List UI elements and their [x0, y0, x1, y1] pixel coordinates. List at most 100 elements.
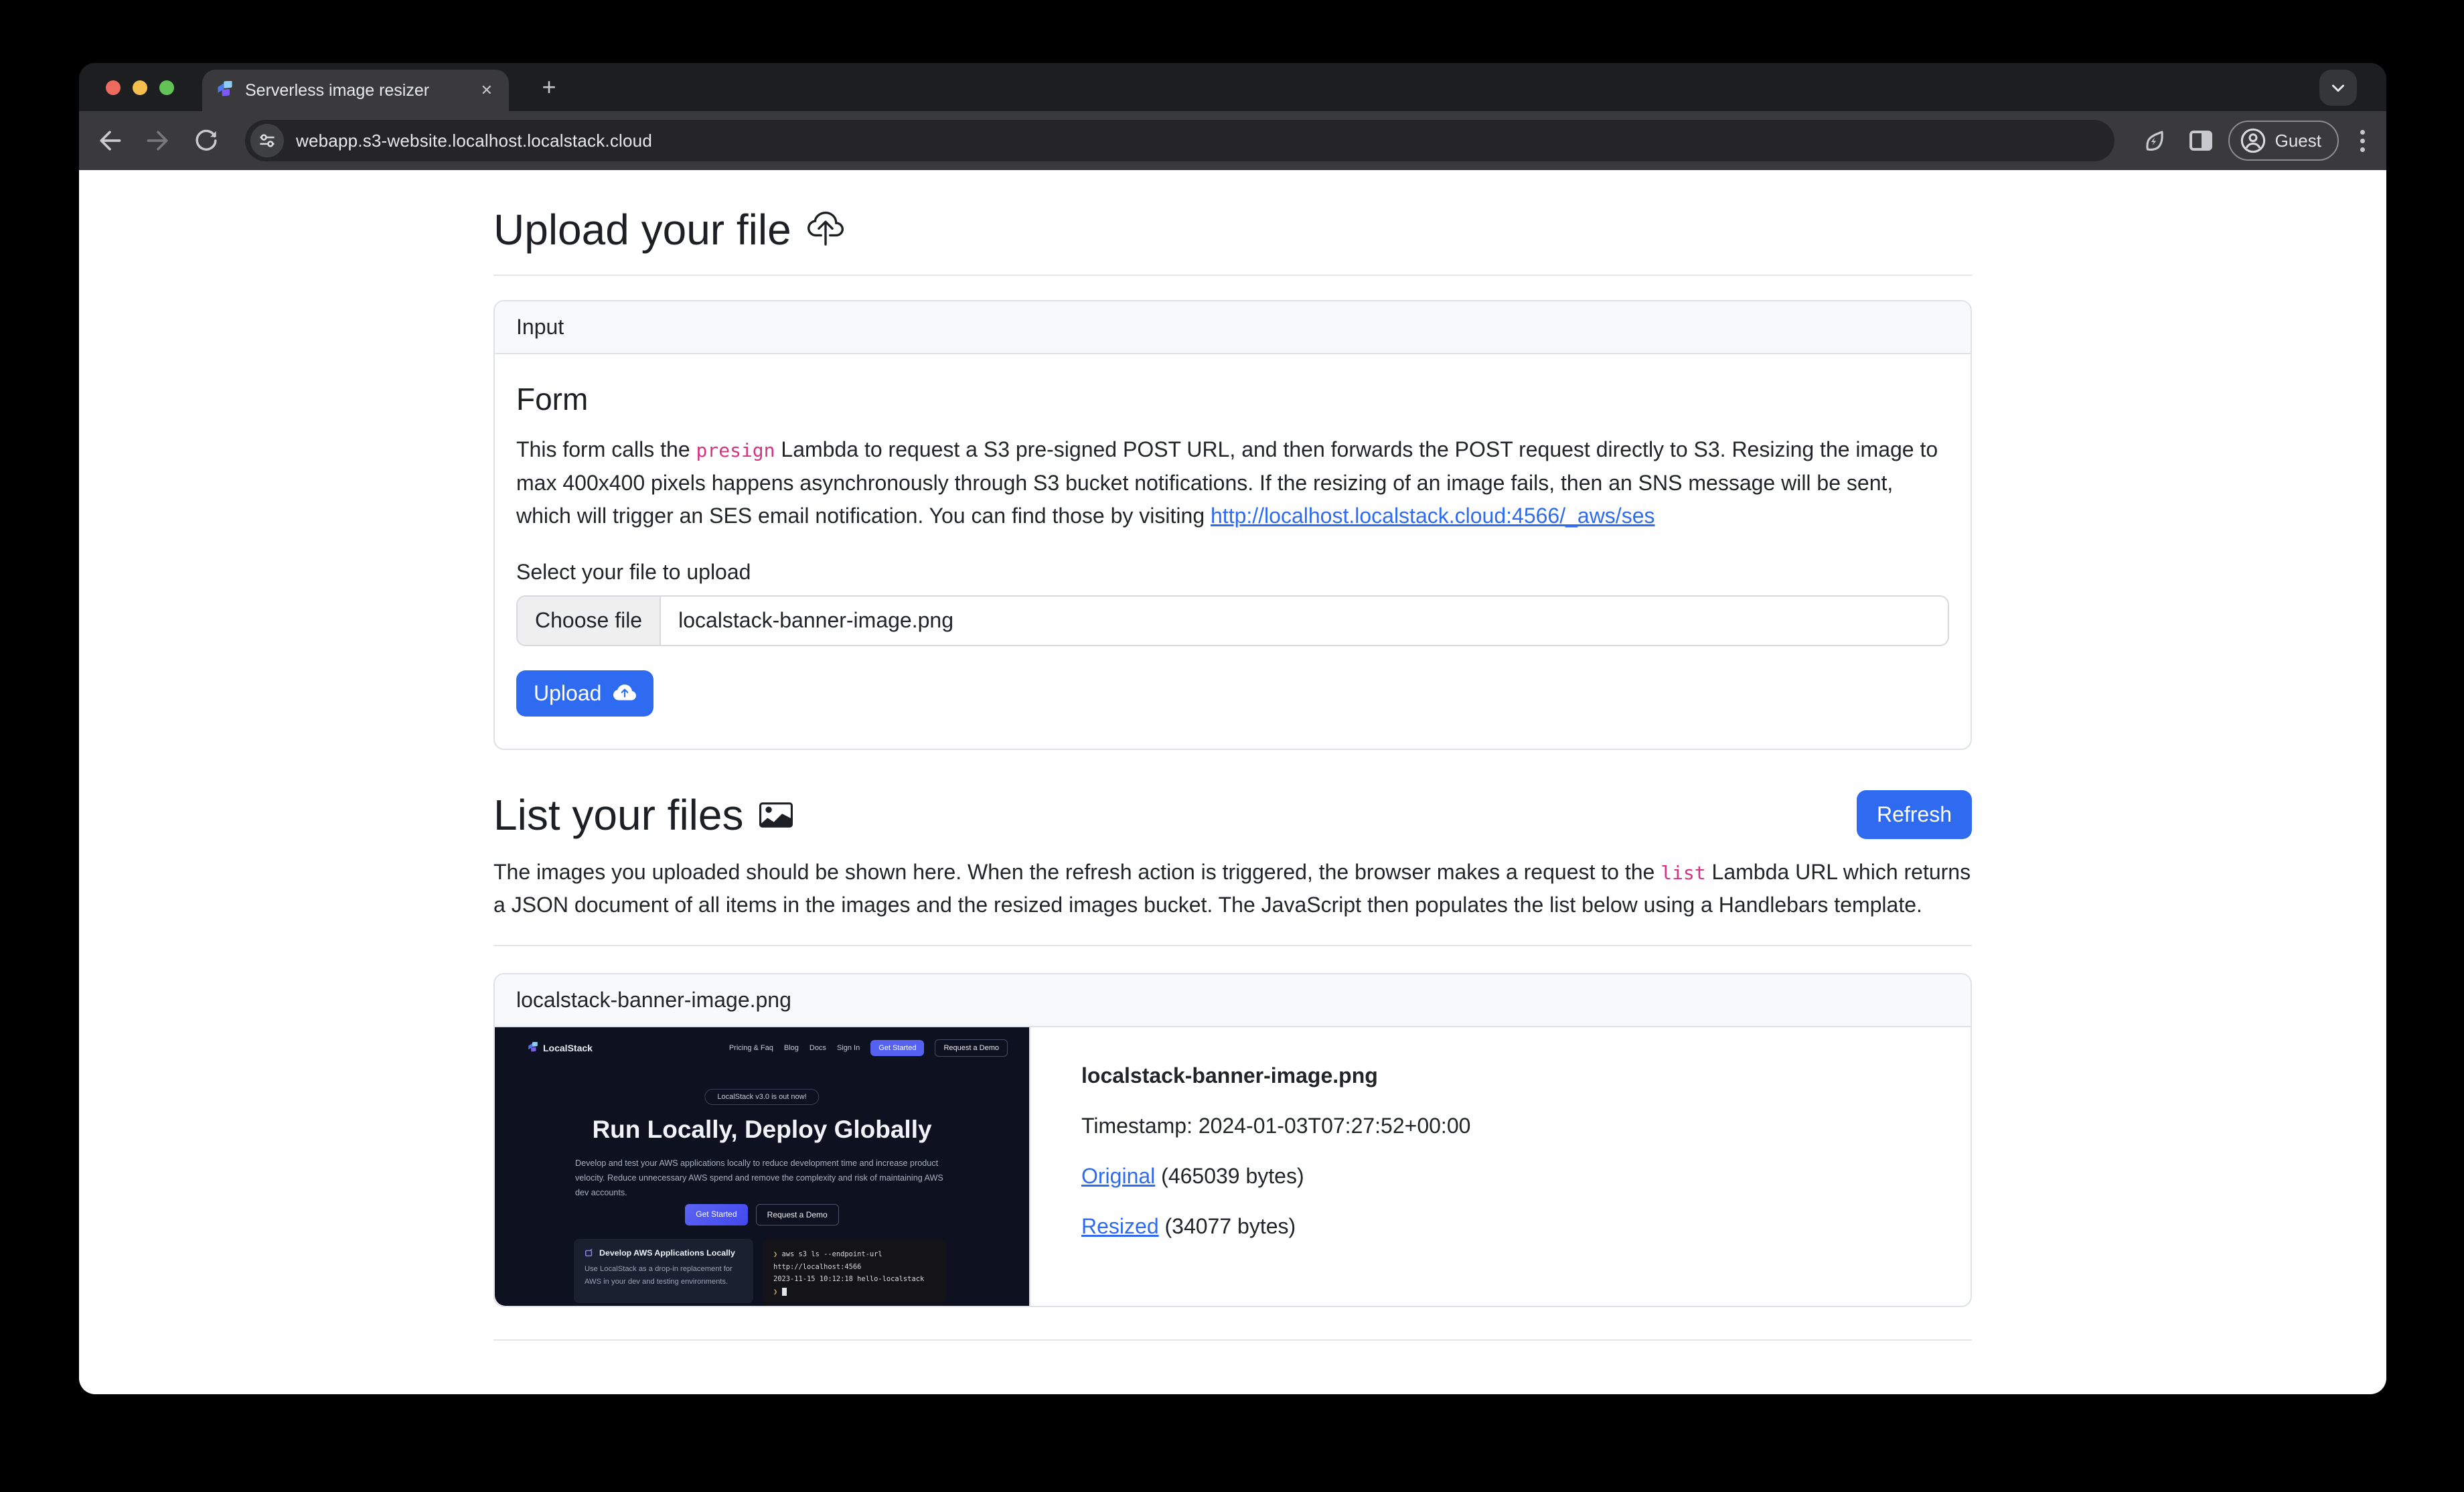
resized-size: (34077 bytes): [1159, 1214, 1296, 1238]
new-tab-button[interactable]: +: [532, 71, 566, 106]
desc-text: The images you uploaded should be shown …: [493, 860, 1661, 884]
image-icon: [759, 798, 793, 832]
banner-get-started-button: Get Started: [870, 1040, 924, 1056]
desc-text: This form calls the: [516, 437, 696, 461]
original-link[interactable]: Original: [1081, 1164, 1155, 1188]
divider: [493, 275, 1972, 276]
toolbar-right-icons: Guest: [2133, 121, 2370, 161]
original-size: (465039 bytes): [1155, 1164, 1304, 1188]
file-input[interactable]: Choose file localstack-banner-image.png: [516, 595, 1949, 646]
file-title: localstack-banner-image.png: [1081, 1063, 1470, 1088]
file-card-header: localstack-banner-image.png: [495, 974, 1971, 1027]
original-row: Original (465039 bytes): [1081, 1164, 1470, 1189]
banner-logo-text: LocalStack: [543, 1043, 593, 1053]
guest-label: Guest: [2275, 131, 2321, 151]
url-bar[interactable]: webapp.s3-website.localhost.localstack.c…: [245, 120, 2114, 161]
banner-nav-link: Pricing & Faq: [729, 1044, 773, 1052]
localstack-logo-icon: [527, 1042, 539, 1054]
site-settings-button[interactable]: [250, 124, 284, 157]
form-title: Form: [516, 381, 1949, 417]
resized-link[interactable]: Resized: [1081, 1214, 1159, 1238]
banner-paragraph: Develop and test your AWS applications l…: [575, 1156, 953, 1200]
reload-icon: [194, 128, 219, 153]
tab-search-button[interactable]: [2319, 70, 2357, 106]
banner-heading: Run Locally, Deploy Globally: [495, 1116, 1029, 1144]
banner-nav-link: Docs: [810, 1044, 826, 1052]
tab-title: Serverless image resizer: [245, 81, 467, 100]
input-card: Input Form This form calls the presign L…: [493, 300, 1972, 750]
choose-file-button[interactable]: Choose file: [518, 597, 661, 645]
terminal-line: 2023-11-15 10:12:18 hello-localstack: [773, 1273, 935, 1286]
terminal-command: aws s3 ls --endpoint-url http://localhos…: [773, 1250, 882, 1271]
refresh-button[interactable]: Refresh: [1857, 790, 1972, 839]
resized-row: Resized (34077 bytes): [1081, 1214, 1470, 1239]
maximize-window-button[interactable]: [159, 80, 174, 95]
terminal-prompt: ❯: [773, 1250, 777, 1258]
screenshot-root: Serverless image resizer ✕ +: [0, 0, 2464, 1492]
side-panel-icon[interactable]: [2189, 131, 2212, 151]
forward-arrow-icon: [145, 127, 171, 154]
back-arrow-icon: [96, 127, 123, 154]
file-card: localstack-banner-image.png: [493, 973, 1972, 1307]
browser-toolbar: webapp.s3-website.localhost.localstack.c…: [79, 111, 2386, 170]
url-text[interactable]: webapp.s3-website.localhost.localstack.c…: [296, 131, 652, 151]
banner-nav-link: Sign In: [837, 1044, 860, 1052]
banner-nav-link: Blog: [784, 1044, 799, 1052]
banner-bottom-cards: Develop AWS Applications Locally Use Loc…: [574, 1239, 946, 1303]
profile-button[interactable]: Guest: [2228, 121, 2339, 161]
favicon: [216, 81, 234, 100]
chevron-down-icon: [2330, 80, 2346, 96]
file-thumbnail[interactable]: LocalStack Pricing & Faq Blog Docs Sign …: [495, 1027, 1030, 1306]
menu-button[interactable]: [2355, 130, 2370, 152]
close-window-button[interactable]: [106, 80, 121, 95]
banner-announcement-pill: LocalStack v3.0 is out now!: [704, 1089, 819, 1105]
upload-button-label: Upload: [534, 681, 601, 706]
upload-section-title: Upload your file: [493, 205, 1972, 254]
list-code: list: [1661, 862, 1705, 884]
page-content: Upload your file Input Form This form ca…: [79, 170, 2386, 1394]
traffic-lights: [106, 80, 174, 95]
file-details: localstack-banner-image.png Timestamp: 2…: [1030, 1027, 1503, 1306]
list-title-text: List your files: [493, 790, 743, 840]
energy-saver-button[interactable]: [2133, 121, 2173, 161]
tab-strip: Serverless image resizer ✕ +: [79, 63, 2386, 111]
leaf-bolt-icon: [2141, 128, 2166, 153]
divider: [493, 945, 1972, 946]
banner-feature-text: Use LocalStack as a drop-in replacement …: [585, 1263, 743, 1288]
list-description: The images you uploaded should be shown …: [493, 856, 1972, 922]
banner-nav-items: Pricing & Faq Blog Docs Sign In Get Star…: [729, 1039, 1008, 1057]
presign-code: presign: [696, 439, 775, 461]
minimize-window-button[interactable]: [133, 80, 147, 95]
tab-close-icon[interactable]: ✕: [478, 82, 495, 99]
forward-button[interactable]: [138, 121, 178, 161]
back-button[interactable]: [90, 121, 130, 161]
reload-button[interactable]: [186, 121, 226, 161]
guest-avatar-icon: [2240, 128, 2266, 153]
banner-demo-button: Request a Demo: [935, 1039, 1008, 1057]
list-heading-row: List your files Refresh: [493, 790, 1972, 840]
banner-feature-title: Develop AWS Applications Locally: [585, 1248, 743, 1258]
ses-link[interactable]: http://localhost.localstack.cloud:4566/_…: [1211, 504, 1654, 528]
upload-button[interactable]: Upload: [516, 670, 653, 717]
cloud-upload-icon: [807, 212, 844, 248]
banner-cta-demo: Request a Demo: [756, 1204, 839, 1225]
main-container: Upload your file Input Form This form ca…: [493, 170, 1972, 1341]
banner-feature-card: Develop AWS Applications Locally Use Loc…: [574, 1239, 753, 1303]
file-card-body: LocalStack Pricing & Faq Blog Docs Sign …: [495, 1027, 1971, 1306]
selected-file-name: localstack-banner-image.png: [661, 597, 971, 645]
divider: [493, 1339, 1972, 1341]
input-card-body: Form This form calls the presign Lambda …: [495, 354, 1971, 749]
terminal-line: ❯ aws s3 ls --endpoint-url http://localh…: [773, 1248, 935, 1273]
banner-feature-title-text: Develop AWS Applications Locally: [599, 1248, 735, 1258]
tab-serverless-image-resizer[interactable]: Serverless image resizer ✕: [202, 70, 509, 111]
banner-cta-get-started: Get Started: [685, 1204, 747, 1225]
terminal-line: ❯: [773, 1286, 935, 1298]
cloud-arrow-up-icon: [613, 682, 636, 704]
terminal-prompt: ❯: [773, 1288, 777, 1296]
browser-window: Serverless image resizer ✕ +: [79, 63, 2386, 1394]
tune-icon: [258, 132, 276, 149]
list-section-title: List your files: [493, 790, 793, 840]
banner-logo: LocalStack: [527, 1042, 593, 1054]
terminal-cursor: [782, 1288, 787, 1296]
file-select-label: Select your file to upload: [516, 560, 1949, 585]
